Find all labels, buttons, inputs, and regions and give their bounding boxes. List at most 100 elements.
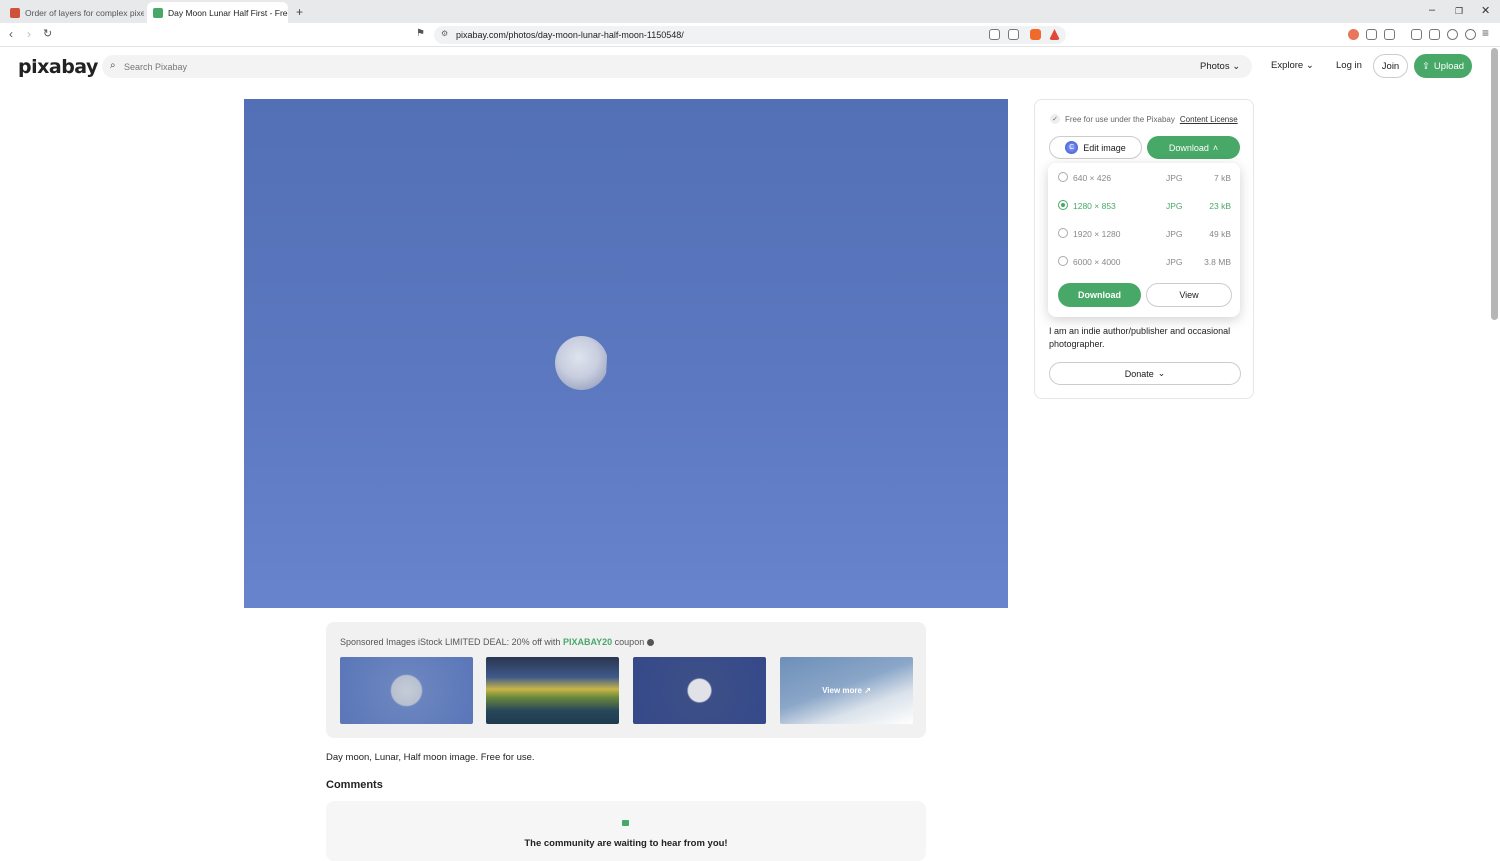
option-format: JPG: [1166, 201, 1183, 211]
option-filesize: 23 kB: [1209, 201, 1231, 211]
wallet-icon[interactable]: [1429, 29, 1440, 40]
sponsored-thumbnail[interactable]: [340, 657, 473, 724]
leo-icon[interactable]: [1447, 29, 1458, 40]
sponsored-suffix: coupon: [614, 637, 645, 647]
sponsored-text: Sponsored Images iStock LIMITED DEAL: 20…: [340, 637, 654, 647]
brave-shields-icon[interactable]: [1030, 29, 1041, 40]
chevron-down-icon: ⌄: [1157, 368, 1166, 378]
image-description: Day moon, Lunar, Half moon image. Free f…: [326, 752, 535, 763]
option-dimensions: 1280 × 853: [1073, 201, 1116, 211]
chevron-up-icon: ˄: [1212, 142, 1219, 153]
size-option-1920[interactable]: 1920 × 1280 JPG 49 kB: [1048, 220, 1240, 246]
media-type-label: Photos: [1200, 61, 1230, 72]
edit-image-button[interactable]: C Edit image: [1049, 136, 1142, 159]
canva-icon: C: [1065, 141, 1079, 154]
site-favicon-icon: [10, 7, 20, 18]
download-label: Download: [1168, 142, 1209, 153]
size-option-1280[interactable]: 1280 × 853 JPG 23 kB: [1048, 192, 1240, 218]
option-filesize: 3.8 MB: [1204, 257, 1231, 267]
view-more-thumbnail[interactable]: View more ↗: [780, 657, 913, 724]
join-button[interactable]: Join: [1373, 54, 1408, 78]
page-scrollbar[interactable]: [1491, 48, 1498, 320]
check-icon: ✓: [1050, 114, 1060, 124]
radio-button[interactable]: [1058, 200, 1068, 210]
sponsored-thumbnail[interactable]: [633, 657, 766, 724]
sponsored-thumbnail[interactable]: [486, 657, 619, 724]
license-notice: ✓ Free for use under the Pixabay Content…: [1050, 114, 1238, 124]
download-toggle-button[interactable]: Download ˄: [1147, 136, 1240, 159]
explore-menu[interactable]: Explore ⌄: [1271, 60, 1314, 71]
site-info-icon[interactable]: ⚙: [441, 29, 448, 38]
donate-button[interactable]: Donate ⌄: [1049, 362, 1241, 385]
upload-icon: ⇪: [1421, 60, 1430, 72]
url-text: pixabay.com/photos/day-moon-lunar-half-m…: [456, 30, 684, 40]
search-icon: ⌕: [110, 60, 116, 71]
puzzle-icon[interactable]: [1366, 29, 1377, 40]
search-bar[interactable]: ⌕ Photos ⌄: [102, 55, 1252, 78]
radio-button[interactable]: [1058, 228, 1068, 238]
option-dimensions: 1920 × 1280: [1073, 229, 1121, 239]
cast-icon[interactable]: [989, 29, 1000, 40]
download-size-menu: 640 × 426 JPG 7 kB 1280 × 853 JPG 23 kB …: [1048, 163, 1240, 317]
minimize-button[interactable]: –: [1429, 4, 1435, 16]
comments-heading: Comments: [326, 779, 383, 791]
new-tab-button[interactable]: +: [296, 5, 303, 19]
radio-button[interactable]: [1058, 172, 1068, 182]
tab-title: Order of layers for complex pixel edi: [25, 7, 144, 18]
upload-button[interactable]: ⇪ Upload: [1414, 54, 1472, 78]
option-dimensions: 640 × 426: [1073, 173, 1112, 183]
size-option-6000[interactable]: 6000 × 4000 JPG 3.8 MB: [1048, 248, 1240, 274]
donate-label: Donate: [1124, 368, 1154, 379]
extension-icon[interactable]: [1348, 29, 1359, 40]
size-option-640[interactable]: 640 × 426 JPG 7 kB: [1048, 164, 1240, 190]
comment-icon: [622, 820, 629, 826]
content-license-link[interactable]: Content License: [1180, 115, 1238, 124]
chevron-down-icon: ⌄: [1232, 61, 1241, 72]
media-icon[interactable]: [1384, 29, 1395, 40]
edit-image-label: Edit image: [1083, 142, 1126, 153]
option-filesize: 7 kB: [1213, 173, 1231, 183]
close-window-button[interactable]: ✕: [1481, 4, 1490, 17]
back-icon[interactable]: ‹: [9, 27, 13, 41]
option-format: JPG: [1166, 173, 1183, 183]
search-input[interactable]: [124, 55, 1184, 78]
option-filesize: 49 kB: [1209, 229, 1231, 239]
bookmark-icon[interactable]: ⚑: [416, 28, 425, 39]
tab-title: Day Moon Lunar Half First - Free: [168, 7, 288, 18]
tab-pixabay-moon[interactable]: Day Moon Lunar Half First - Free ✕: [147, 2, 288, 23]
chevron-down-icon: ⌄: [1305, 60, 1314, 71]
pixabay-favicon-icon: [153, 7, 163, 18]
main-photo[interactable]: [244, 99, 1008, 608]
view-more-label: View more: [822, 686, 862, 695]
radio-button[interactable]: [1058, 256, 1068, 266]
sponsored-images: Sponsored Images iStock LIMITED DEAL: 20…: [326, 622, 926, 738]
share-icon[interactable]: [1008, 29, 1019, 40]
media-type-select[interactable]: Photos ⌄: [1200, 61, 1240, 72]
sponsored-prefix: Sponsored Images iStock LIMITED DEAL: 20…: [340, 637, 561, 647]
view-button[interactable]: View: [1146, 283, 1232, 307]
login-link[interactable]: Log in: [1336, 60, 1362, 71]
license-text: Free for use under the Pixabay: [1065, 114, 1175, 124]
explore-label: Explore: [1271, 60, 1304, 71]
pixabay-logo[interactable]: pixabay: [18, 56, 98, 78]
option-format: JPG: [1166, 229, 1183, 239]
comments-section: The community are waiting to hear from y…: [326, 801, 926, 861]
moon-image: [555, 336, 608, 390]
download-button[interactable]: Download: [1058, 283, 1141, 307]
tab-layers-article[interactable]: Order of layers for complex pixel edi: [4, 2, 144, 23]
author-bio: I am an indie author/publisher and occas…: [1049, 326, 1231, 349]
browser-tab-bar: Order of layers for complex pixel edi Da…: [0, 0, 1500, 23]
reload-icon[interactable]: ↻: [43, 27, 52, 40]
browser-address-bar: ‹ › ↻ ⚑ ⚙ pixabay.com/photos/day-moon-lu…: [0, 23, 1500, 47]
coupon-code: PIXABAY20: [562, 637, 613, 647]
upload-label: Upload: [1433, 60, 1465, 72]
url-field[interactable]: ⚙ pixabay.com/photos/day-moon-lunar-half…: [434, 26, 1066, 44]
option-format: JPG: [1166, 257, 1183, 267]
option-dimensions: 6000 × 4000: [1073, 257, 1121, 267]
restore-button[interactable]: ❐: [1455, 6, 1463, 17]
info-icon[interactable]: [646, 639, 654, 647]
sidebar-icon[interactable]: [1411, 29, 1422, 40]
forward-icon[interactable]: ›: [27, 27, 31, 41]
vpn-icon[interactable]: [1465, 29, 1476, 40]
menu-icon[interactable]: ≡: [1482, 26, 1489, 40]
